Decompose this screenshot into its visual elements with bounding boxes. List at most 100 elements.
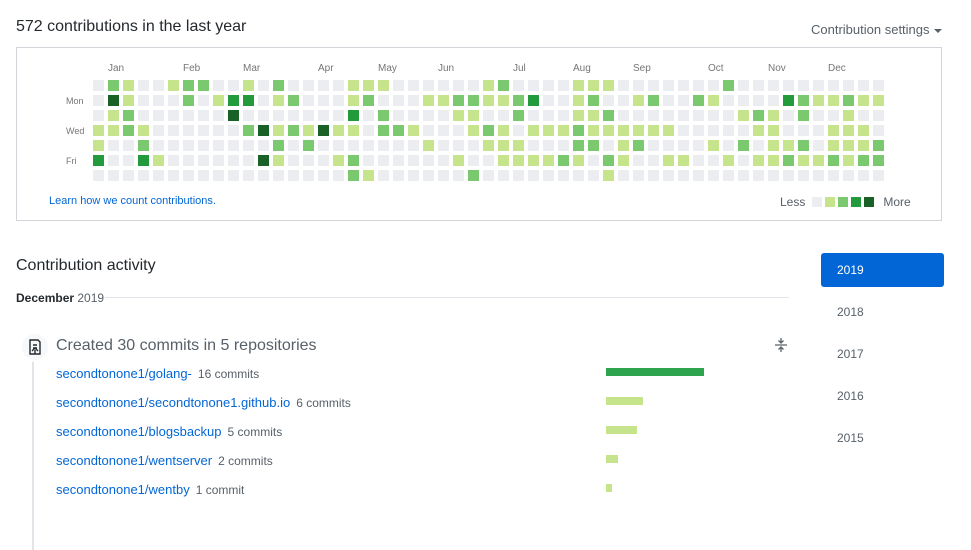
contribution-day-cell[interactable] [228,110,239,121]
contribution-day-cell[interactable] [273,110,284,121]
contribution-day-cell[interactable] [513,140,524,151]
contribution-day-cell[interactable] [243,125,254,136]
contribution-day-cell[interactable] [843,95,854,106]
contribution-day-cell[interactable] [753,140,764,151]
contribution-day-cell[interactable] [183,125,194,136]
contribution-day-cell[interactable] [288,80,299,91]
contribution-day-cell[interactable] [243,110,254,121]
contribution-day-cell[interactable] [858,125,869,136]
contribution-day-cell[interactable] [663,95,674,106]
fold-icon[interactable] [773,337,789,353]
contribution-day-cell[interactable] [858,80,869,91]
contribution-day-cell[interactable] [93,155,104,166]
repo-commit-count[interactable]: 1 commit [196,483,245,497]
contribution-day-cell[interactable] [768,125,779,136]
contribution-day-cell[interactable] [183,170,194,181]
contribution-day-cell[interactable] [408,155,419,166]
contribution-day-cell[interactable] [183,140,194,151]
contribution-day-cell[interactable] [273,95,284,106]
contribution-day-cell[interactable] [798,155,809,166]
contribution-day-cell[interactable] [738,80,749,91]
contribution-day-cell[interactable] [333,80,344,91]
contribution-day-cell[interactable] [603,155,614,166]
contribution-day-cell[interactable] [708,125,719,136]
contribution-day-cell[interactable] [243,95,254,106]
contribution-day-cell[interactable] [873,155,884,166]
contribution-day-cell[interactable] [483,110,494,121]
contribution-day-cell[interactable] [258,110,269,121]
contribution-day-cell[interactable] [603,80,614,91]
contribution-day-cell[interactable] [813,110,824,121]
contribution-day-cell[interactable] [543,125,554,136]
contribution-day-cell[interactable] [348,95,359,106]
contribution-day-cell[interactable] [633,95,644,106]
contribution-day-cell[interactable] [258,140,269,151]
contribution-day-cell[interactable] [648,110,659,121]
contribution-day-cell[interactable] [618,170,629,181]
contribution-day-cell[interactable] [438,140,449,151]
contribution-day-cell[interactable] [318,110,329,121]
contribution-day-cell[interactable] [528,110,539,121]
contribution-day-cell[interactable] [543,155,554,166]
contribution-day-cell[interactable] [438,80,449,91]
contribution-day-cell[interactable] [258,125,269,136]
contribution-day-cell[interactable] [378,140,389,151]
contribution-day-cell[interactable] [408,140,419,151]
contribution-day-cell[interactable] [813,170,824,181]
contribution-day-cell[interactable] [723,80,734,91]
contribution-day-cell[interactable] [783,110,794,121]
contribution-day-cell[interactable] [633,140,644,151]
contribution-day-cell[interactable] [468,125,479,136]
contribution-day-cell[interactable] [603,140,614,151]
contribution-day-cell[interactable] [108,110,119,121]
contribution-day-cell[interactable] [228,140,239,151]
contribution-day-cell[interactable] [273,140,284,151]
contribution-day-cell[interactable] [258,170,269,181]
contribution-day-cell[interactable] [528,155,539,166]
contribution-day-cell[interactable] [213,80,224,91]
contribution-day-cell[interactable] [408,125,419,136]
contribution-day-cell[interactable] [153,125,164,136]
contribution-day-cell[interactable] [858,110,869,121]
contribution-day-cell[interactable] [213,140,224,151]
contribution-day-cell[interactable] [513,80,524,91]
contribution-day-cell[interactable] [258,95,269,106]
contribution-day-cell[interactable] [678,95,689,106]
contribution-day-cell[interactable] [168,125,179,136]
contribution-day-cell[interactable] [408,80,419,91]
contribution-day-cell[interactable] [153,155,164,166]
contribution-day-cell[interactable] [153,140,164,151]
contribution-day-cell[interactable] [828,155,839,166]
contribution-day-cell[interactable] [723,95,734,106]
contribution-day-cell[interactable] [303,110,314,121]
contribution-day-cell[interactable] [453,125,464,136]
contribution-day-cell[interactable] [453,170,464,181]
contribution-day-cell[interactable] [828,95,839,106]
contribution-day-cell[interactable] [198,125,209,136]
contribution-day-cell[interactable] [633,125,644,136]
contribution-day-cell[interactable] [408,110,419,121]
contribution-day-cell[interactable] [318,155,329,166]
contribution-day-cell[interactable] [198,155,209,166]
contribution-day-cell[interactable] [393,95,404,106]
contribution-day-cell[interactable] [138,155,149,166]
contribution-day-cell[interactable] [438,110,449,121]
contribution-day-cell[interactable] [753,155,764,166]
contribution-day-cell[interactable] [498,140,509,151]
year-link-2016[interactable]: 2016 [821,379,944,413]
year-link-2018[interactable]: 2018 [821,295,944,329]
contribution-day-cell[interactable] [678,155,689,166]
contribution-day-cell[interactable] [513,110,524,121]
contribution-day-cell[interactable] [723,125,734,136]
contribution-day-cell[interactable] [783,80,794,91]
contribution-day-cell[interactable] [198,170,209,181]
contribution-day-cell[interactable] [333,170,344,181]
contribution-day-cell[interactable] [618,110,629,121]
contribution-day-cell[interactable] [798,125,809,136]
contribution-day-cell[interactable] [393,125,404,136]
contribution-day-cell[interactable] [333,125,344,136]
contribution-day-cell[interactable] [138,95,149,106]
contribution-day-cell[interactable] [708,140,719,151]
contribution-day-cell[interactable] [738,95,749,106]
contribution-day-cell[interactable] [558,110,569,121]
